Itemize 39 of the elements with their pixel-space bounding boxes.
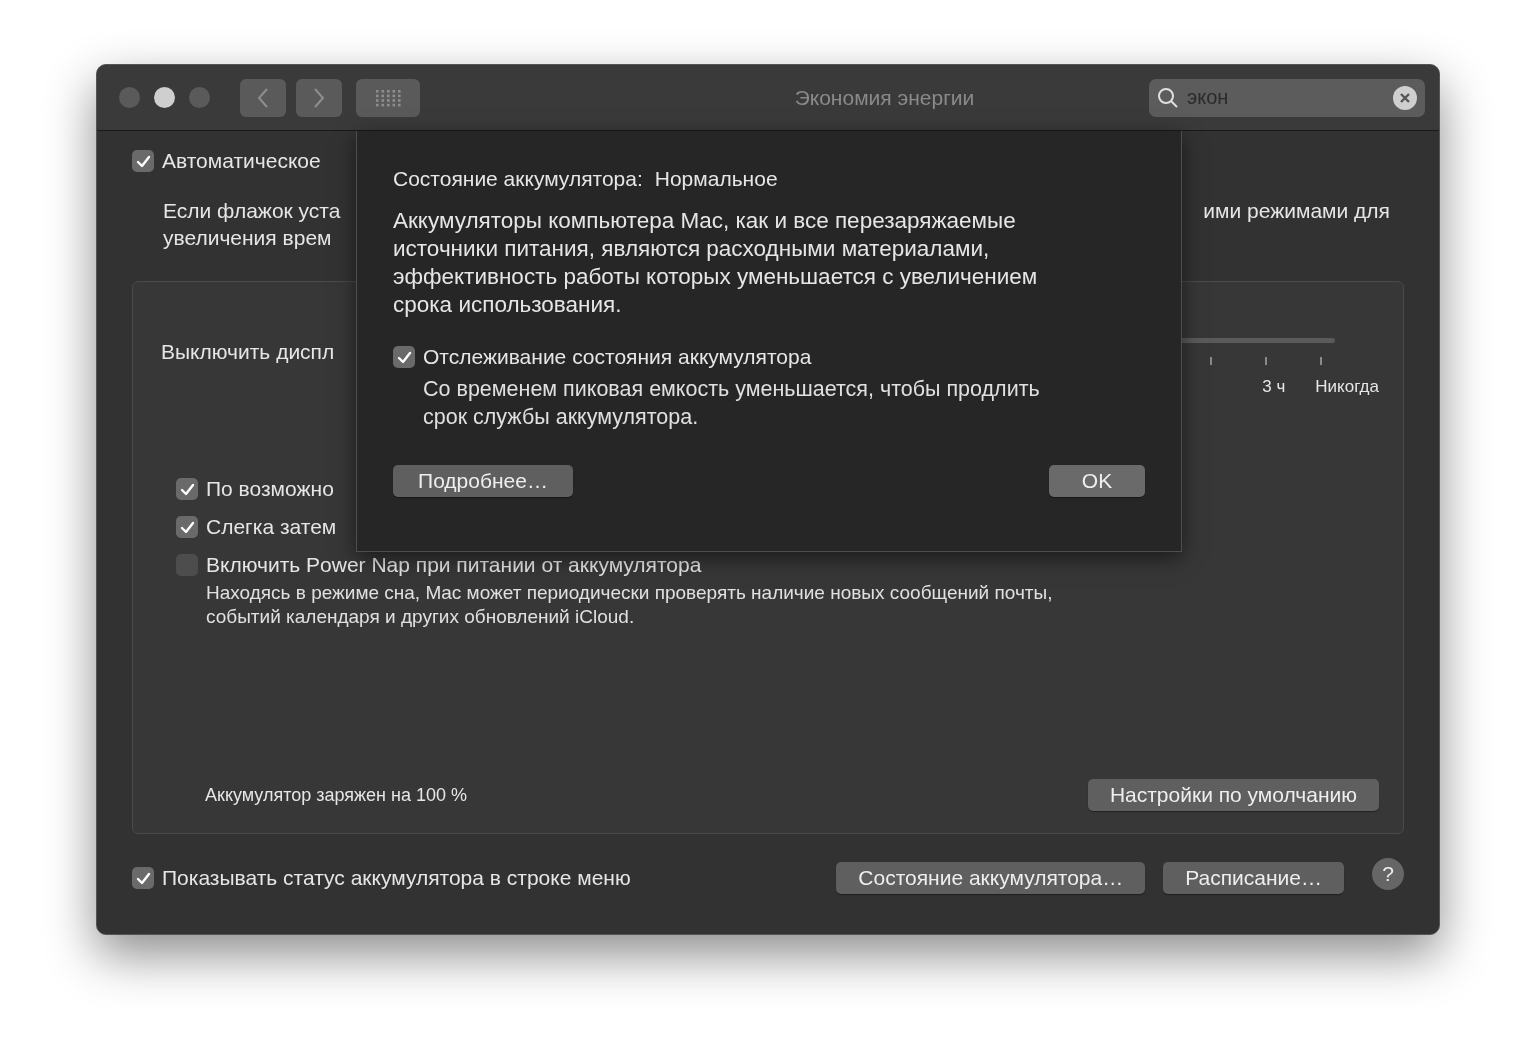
description-text: Если флажок уста bbox=[163, 198, 341, 223]
chevron-left-icon bbox=[256, 86, 270, 109]
option-description: Находясь в режиме сна, Mac может периодически проверять наличие новых сообщений почты, событий календаря и других обновлений iCloud. bbox=[206, 581, 1054, 629]
status-value: Нормальное bbox=[654, 167, 778, 191]
more-info-button[interactable]: Подробнее… bbox=[393, 465, 573, 497]
status-label: Состояние аккумулятора: bbox=[393, 167, 643, 191]
checkbox-label: Автоматическое bbox=[162, 149, 321, 173]
footer-button[interactable]: Состояние аккумулятора… bbox=[836, 862, 1146, 894]
description-text: ими режимами для bbox=[1203, 198, 1390, 223]
tick-label: 3 ч bbox=[1262, 377, 1286, 397]
search-icon bbox=[1157, 86, 1179, 109]
window-title: Экономия энергии bbox=[793, 85, 976, 110]
checkbox[interactable] bbox=[132, 150, 154, 172]
chevron-right-icon bbox=[312, 86, 326, 109]
defaults-button[interactable]: Настройки по умолчанию bbox=[1087, 779, 1379, 811]
minimize-button[interactable] bbox=[154, 87, 175, 108]
forward-button[interactable] bbox=[296, 78, 342, 117]
description-text: увеличения врем bbox=[163, 225, 332, 250]
ok-button[interactable]: OK bbox=[1049, 465, 1145, 497]
checkbox[interactable] bbox=[393, 346, 415, 368]
option-description: Со временем пиковая емкость уменьшается, чтобы продлить срок службы аккумулятора. bbox=[423, 376, 1041, 431]
show-all-button[interactable] bbox=[356, 78, 420, 117]
help-button[interactable]: ? bbox=[1372, 858, 1404, 890]
checkbox-label: Слегка затем bbox=[206, 515, 337, 539]
footer-button[interactable]: Расписание… bbox=[1163, 862, 1344, 894]
checkbox-label: Отслеживание состояния аккумулятора bbox=[423, 345, 812, 369]
checkbox-label: По возможно bbox=[206, 477, 334, 501]
charge-status: Аккумулятор заряжен на 100 % bbox=[205, 784, 468, 806]
checkbox[interactable] bbox=[176, 478, 198, 500]
checkbox[interactable] bbox=[176, 516, 198, 538]
checkbox[interactable] bbox=[132, 867, 154, 889]
grid-icon bbox=[375, 88, 401, 107]
checkbox-label: Показывать статус аккумулятора в строке меню bbox=[162, 866, 631, 890]
tick-label: Никогда bbox=[1315, 377, 1379, 397]
clear-icon[interactable] bbox=[1393, 85, 1417, 110]
slider-label: Выключить диспл bbox=[161, 340, 335, 364]
dialog-text: Аккумуляторы компьютера Mac, как и все перезаряжаемые источники питания, являются расходными материалами, эффективность работы которых уменьшается с увеличением срока использования. bbox=[393, 207, 1039, 319]
checkbox-label: Включить Power Nap при питании от аккумулятора bbox=[206, 553, 702, 577]
back-button[interactable] bbox=[240, 78, 286, 117]
